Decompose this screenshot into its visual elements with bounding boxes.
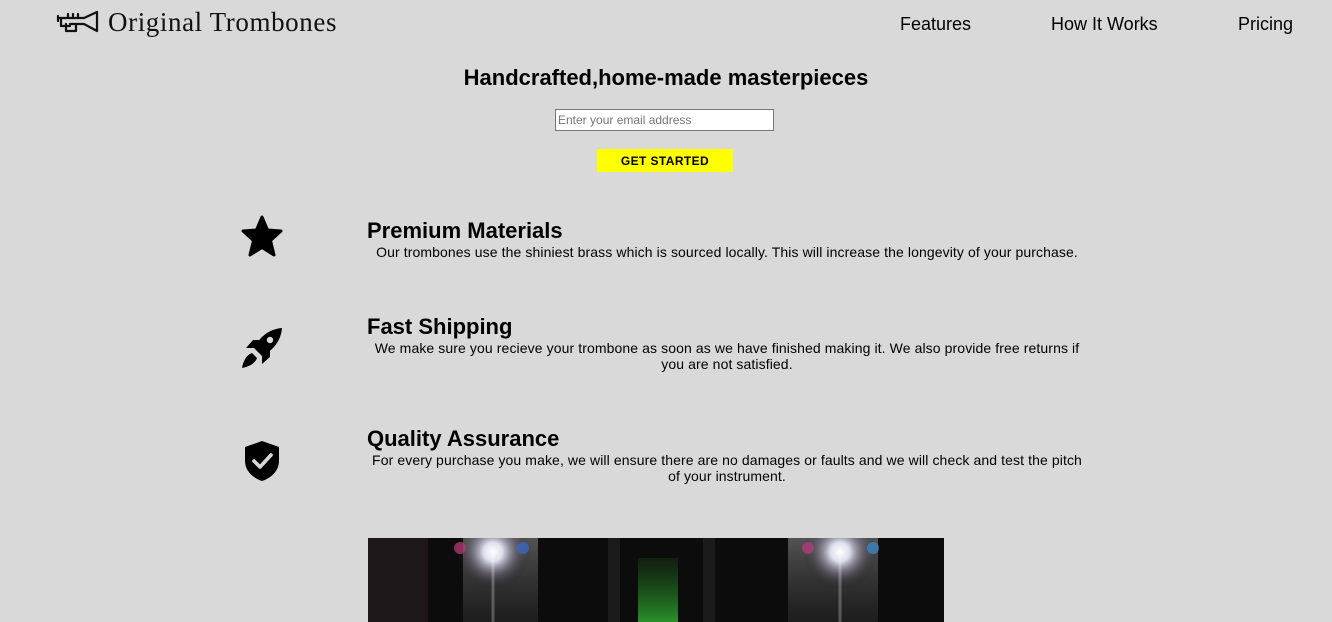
feature-desc-premium-materials: Our trombones use the shiniest brass whi…: [376, 244, 1078, 260]
feature-title-fast-shipping: Fast Shipping: [367, 314, 513, 339]
hero-title: Handcrafted,home-made masterpieces: [463, 65, 869, 90]
feature-desc-fast-shipping: We make sure you recieve your trombone a…: [374, 340, 1080, 372]
landing-page: Original Trombones Features How It Works…: [0, 0, 1332, 622]
nav-link-pricing[interactable]: Pricing: [1238, 13, 1293, 35]
nav-link-how-it-works[interactable]: How It Works: [1051, 13, 1158, 35]
stage-lights-video[interactable]: [368, 538, 944, 622]
star-icon: [241, 215, 283, 257]
rocket-icon: [242, 328, 282, 368]
main-nav: Features How It Works Pricing: [0, 13, 1332, 35]
email-input[interactable]: [555, 109, 774, 131]
feature-desc-quality-assurance: For every purchase you make, we will ens…: [372, 452, 1082, 484]
feature-title-quality-assurance: Quality Assurance: [367, 426, 560, 451]
feature-title-premium-materials: Premium Materials: [367, 218, 563, 243]
nav-link-features[interactable]: Features: [900, 13, 971, 35]
video-frame: [368, 538, 944, 622]
get-started-button[interactable]: GET STARTED: [597, 149, 733, 172]
shield-check-icon: [245, 441, 279, 481]
